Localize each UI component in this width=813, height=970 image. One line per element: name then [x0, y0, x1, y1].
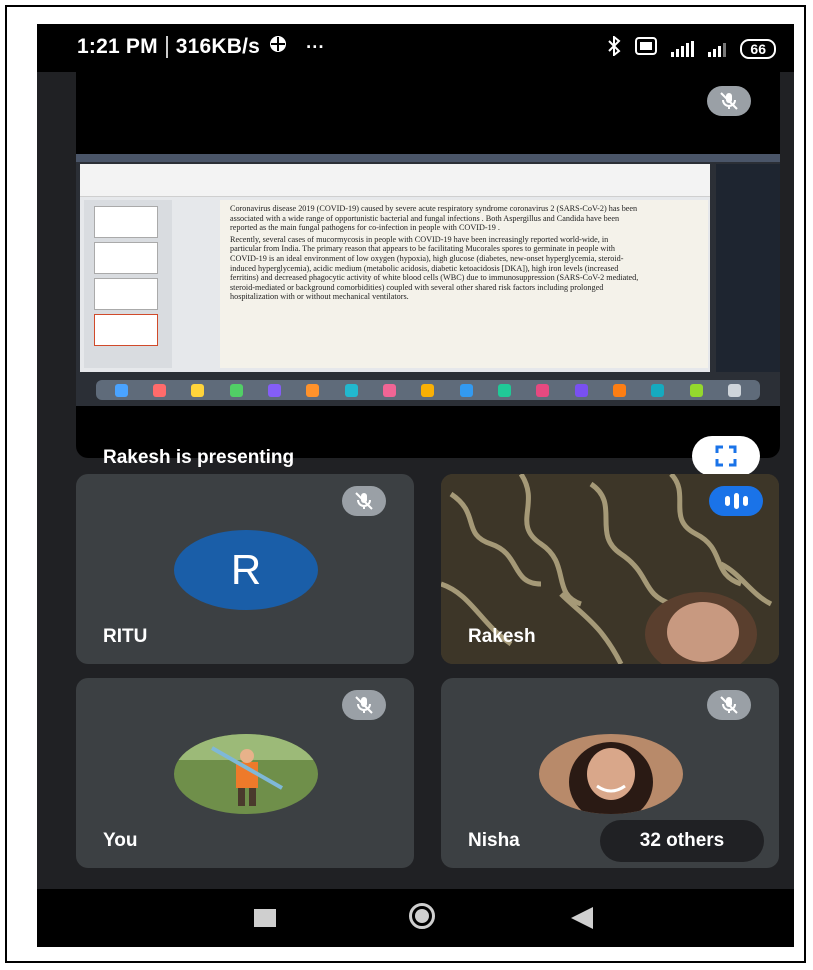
participant-tile-nisha[interactable]: Nisha 32 others	[441, 678, 779, 868]
participant-name: You	[103, 830, 138, 851]
avatar-photo	[539, 734, 683, 814]
status-left: 1:21 PM 316KB/s ···	[77, 34, 325, 60]
voice-activity-icon	[709, 486, 763, 516]
network-speed: 316KB/s	[175, 35, 261, 58]
participant-tile-you[interactable]: You	[76, 678, 414, 868]
separator	[165, 36, 168, 58]
fullscreen-icon	[715, 445, 737, 467]
mic-off-icon	[342, 690, 386, 720]
thumbnail	[94, 278, 158, 310]
mac-dock	[96, 380, 760, 400]
others-count-button[interactable]: 32 others	[600, 820, 764, 862]
presenting-label: Rakesh is presenting	[103, 447, 295, 468]
mic-off-icon	[707, 690, 751, 720]
avatar: R	[174, 530, 318, 610]
participant-name: RITU	[103, 626, 148, 647]
ribbon	[80, 164, 710, 197]
signal-icon-2	[708, 41, 727, 57]
volte-icon	[635, 37, 658, 60]
signal-icon	[671, 40, 695, 57]
slide-text: Coronavirus disease 2019 (COVID-19) caus…	[230, 204, 640, 304]
nav-back-icon[interactable]	[571, 907, 593, 929]
participant-name: Rakesh	[468, 626, 536, 647]
slide: Coronavirus disease 2019 (COVID-19) caus…	[220, 200, 708, 368]
presentation-tile[interactable]: Coronavirus disease 2019 (COVID-19) caus…	[76, 72, 780, 476]
nav-home-icon[interactable]	[409, 903, 435, 929]
shared-screen: Coronavirus disease 2019 (COVID-19) caus…	[76, 154, 780, 406]
powerpoint-window: Coronavirus disease 2019 (COVID-19) caus…	[80, 164, 710, 372]
more-notifications-icon: ···	[306, 36, 325, 57]
slide-thumbnails	[84, 200, 172, 368]
avatar-photo	[174, 734, 318, 814]
mic-off-icon	[342, 486, 386, 516]
battery-icon: 66	[740, 38, 776, 59]
mac-menu-bar	[76, 154, 780, 162]
thumbnail	[94, 242, 158, 274]
participant-tile-ritu[interactable]: R RITU	[76, 474, 414, 664]
slide-bullet-1: Coronavirus disease 2019 (COVID-19) caus…	[230, 204, 638, 233]
status-bar: 1:21 PM 316KB/s ··· 66	[37, 24, 794, 72]
slide-bullet-2: Recently, several cases of mucormycosis …	[230, 234, 639, 302]
phone-screen: 1:21 PM 316KB/s ··· 66 Coronavirus disea…	[37, 24, 794, 947]
fullscreen-button[interactable]	[692, 436, 760, 476]
status-right: 66	[607, 34, 776, 61]
clock: 1:21 PM	[77, 35, 158, 58]
participant-name: Nisha	[468, 830, 520, 851]
navigation-bar	[37, 889, 794, 947]
thumbnail	[94, 206, 158, 238]
bluetooth-icon	[607, 34, 621, 61]
side-panel	[716, 164, 780, 372]
app-notification-icon	[268, 34, 288, 60]
nav-recents-icon[interactable]	[254, 909, 276, 927]
thumbnail-selected	[94, 314, 158, 346]
mic-off-icon	[707, 86, 751, 116]
participant-tile-rakesh[interactable]: Rakesh	[441, 474, 779, 664]
